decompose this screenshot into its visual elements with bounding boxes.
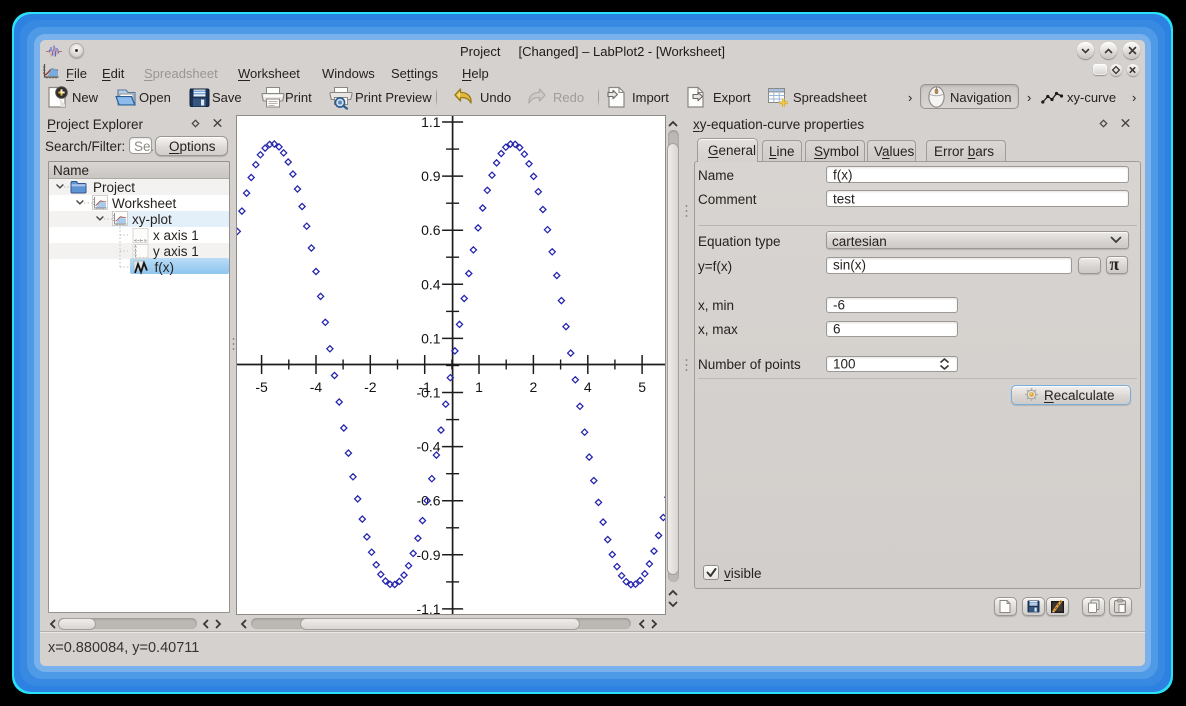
svg-text:-4: -4 [310, 379, 323, 395]
svg-text:0.6: 0.6 [421, 222, 441, 238]
svg-text:-0.9: -0.9 [416, 546, 440, 562]
svg-text:5: 5 [638, 379, 646, 395]
svg-text:4: 4 [584, 379, 592, 395]
svg-text:0.9: 0.9 [421, 168, 441, 184]
svg-text:2: 2 [530, 379, 538, 395]
svg-text:0.1: 0.1 [421, 330, 441, 346]
svg-text:-0.6: -0.6 [416, 492, 440, 508]
svg-text:-2: -2 [364, 379, 377, 395]
svg-text:1: 1 [475, 379, 483, 395]
svg-text:-5: -5 [255, 379, 268, 395]
svg-text:-1.1: -1.1 [416, 600, 440, 614]
svg-text:0.4: 0.4 [421, 276, 441, 292]
svg-text:-0.1: -0.1 [416, 384, 440, 400]
svg-text:1.1: 1.1 [421, 115, 441, 130]
